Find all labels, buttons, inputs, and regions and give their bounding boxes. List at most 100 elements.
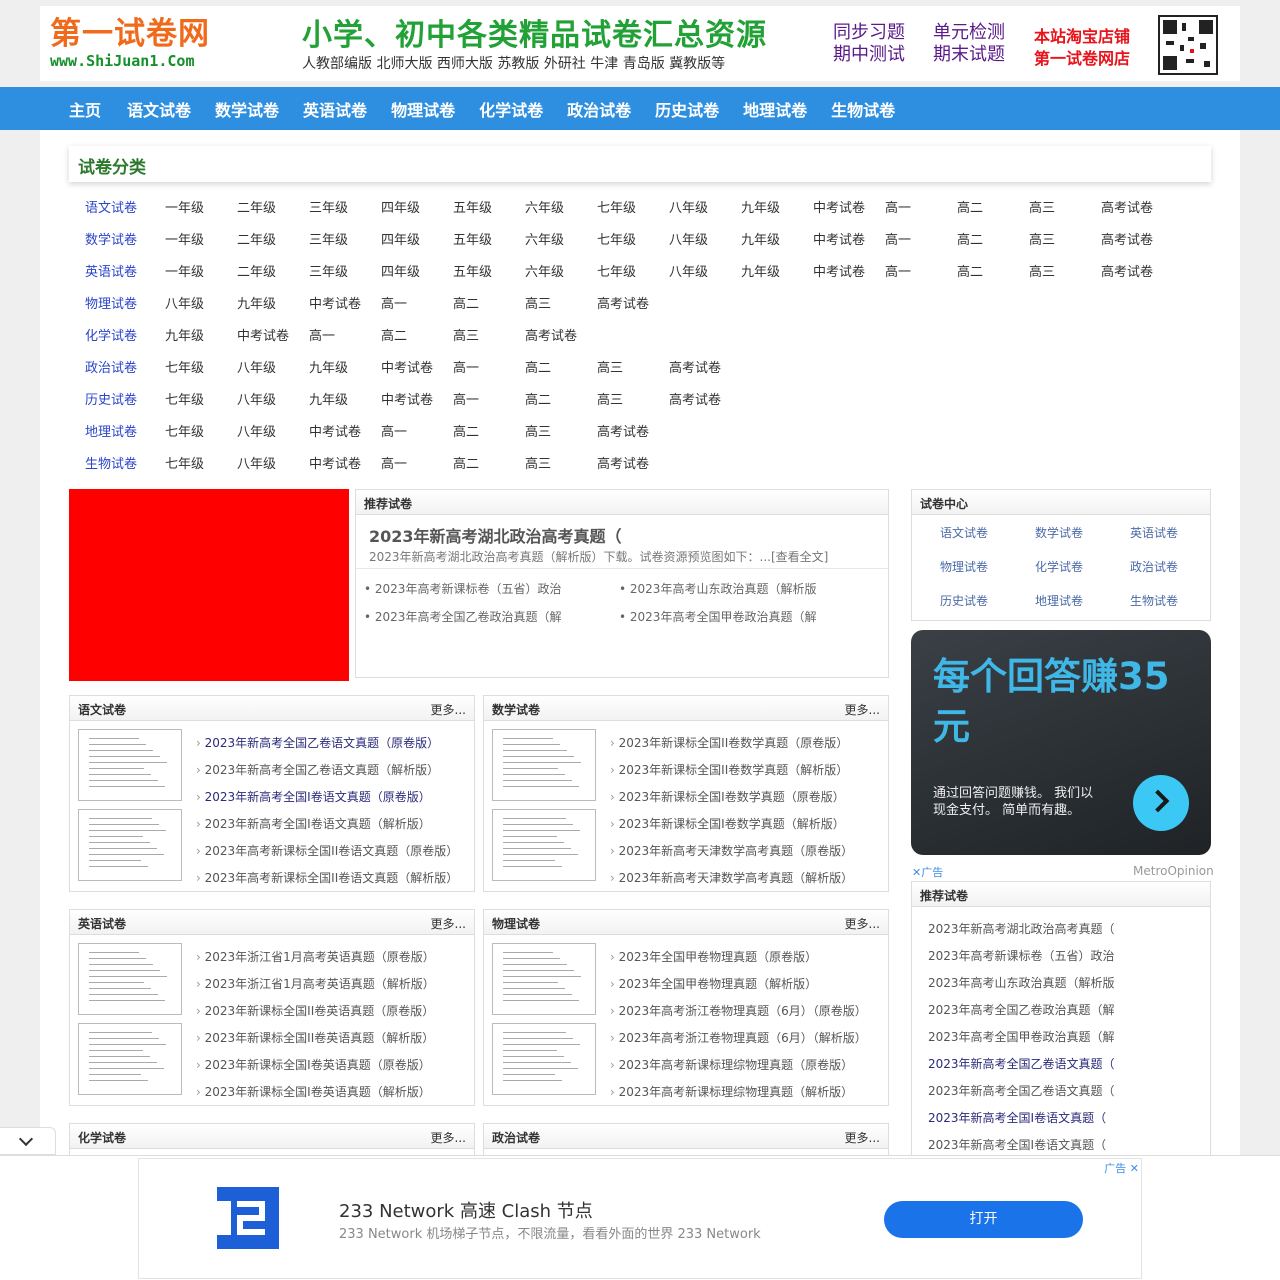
center-item[interactable]: 物理试卷 bbox=[940, 558, 1035, 575]
category-grade-link[interactable]: 一年级 bbox=[165, 197, 237, 216]
arrow-right-icon[interactable] bbox=[1133, 775, 1189, 831]
category-grade-link[interactable]: 高二 bbox=[957, 229, 1029, 248]
ad-choice-label[interactable]: ✕广告 bbox=[912, 864, 943, 880]
category-grade-link[interactable]: 高三 bbox=[597, 357, 669, 376]
category-grade-link[interactable]: 高二 bbox=[525, 357, 597, 376]
category-grade-link[interactable]: 四年级 bbox=[381, 197, 453, 216]
survey-ad-card[interactable]: 每个回答赚35元 通过回答问题赚钱。 我们以现金支付。 简单而有趣。 bbox=[911, 630, 1211, 855]
category-subject-link[interactable]: 生物试卷 bbox=[85, 453, 165, 472]
side-recommend-item[interactable]: 2023年高考全国乙卷政治真题（解 bbox=[928, 997, 1115, 1024]
category-grade-link[interactable]: 八年级 bbox=[669, 261, 741, 280]
category-grade-link[interactable]: 高一 bbox=[381, 293, 453, 312]
category-grade-link[interactable]: 高三 bbox=[1029, 197, 1101, 216]
ad-label[interactable]: 广告 ✕ bbox=[1104, 1160, 1139, 1176]
category-grade-link[interactable]: 八年级 bbox=[237, 389, 309, 408]
header-link-midterm[interactable]: 期中测试 bbox=[833, 44, 933, 66]
category-grade-link[interactable]: 九年级 bbox=[237, 293, 309, 312]
paper-link[interactable]: 2023年浙江省1月高考英语真题（原卷版） bbox=[196, 944, 435, 971]
recommended-description[interactable]: 2023年新高考湖北政治高考真题（解析版）下载。试卷资源预览图如下：...[查看… bbox=[369, 548, 828, 565]
category-grade-link[interactable]: 八年级 bbox=[669, 197, 741, 216]
category-grade-link[interactable]: 高一 bbox=[885, 261, 957, 280]
paper-link[interactable]: 2023年新课标全国II卷英语真题（解析版） bbox=[196, 1025, 435, 1052]
category-grade-link[interactable]: 八年级 bbox=[165, 293, 237, 312]
close-icon[interactable]: ✕ bbox=[912, 866, 921, 879]
more-link[interactable]: 更多... bbox=[845, 1129, 880, 1146]
paper-link[interactable]: 2023年新高考天津数学高考真题（解析版） bbox=[610, 865, 854, 892]
category-grade-link[interactable]: 高二 bbox=[525, 389, 597, 408]
paper-link[interactable]: 2023年高考新课标全国II卷语文真题（原卷版） bbox=[196, 838, 459, 865]
category-grade-link[interactable]: 中考试卷 bbox=[309, 421, 381, 440]
center-item[interactable]: 地理试卷 bbox=[1035, 592, 1130, 609]
category-subject-link[interactable]: 地理试卷 bbox=[85, 421, 165, 440]
nav-home[interactable]: 主页 bbox=[69, 97, 101, 121]
category-grade-link[interactable]: 高二 bbox=[453, 293, 525, 312]
category-grade-link[interactable]: 中考试卷 bbox=[381, 389, 453, 408]
paper-thumbnail[interactable] bbox=[78, 943, 182, 1015]
category-grade-link[interactable]: 九年级 bbox=[165, 325, 237, 344]
category-grade-link[interactable]: 中考试卷 bbox=[309, 453, 381, 472]
paper-link[interactable]: 2023年新高考天津数学高考真题（原卷版） bbox=[610, 838, 854, 865]
category-grade-link[interactable]: 高二 bbox=[453, 453, 525, 472]
paper-link[interactable]: 2023年高考新课标理综物理真题（原卷版） bbox=[610, 1052, 867, 1079]
center-item[interactable]: 英语试卷 bbox=[1130, 524, 1225, 541]
nav-biology[interactable]: 生物试卷 bbox=[831, 97, 895, 121]
recommended-item[interactable]: 2023年高考山东政治真题（解析版 bbox=[619, 580, 874, 597]
category-grade-link[interactable]: 高二 bbox=[957, 261, 1029, 280]
nav-chemistry[interactable]: 化学试卷 bbox=[479, 97, 543, 121]
category-grade-link[interactable]: 高一 bbox=[309, 325, 381, 344]
category-grade-link[interactable]: 高一 bbox=[381, 453, 453, 472]
paper-thumbnail[interactable] bbox=[492, 1023, 596, 1095]
category-grade-link[interactable]: 高考试卷 bbox=[597, 453, 669, 472]
category-grade-link[interactable]: 八年级 bbox=[237, 357, 309, 376]
category-grade-link[interactable]: 一年级 bbox=[165, 261, 237, 280]
center-item[interactable]: 语文试卷 bbox=[940, 524, 1035, 541]
paper-link[interactable]: 2023年新课标全国I卷数学真题（原卷版） bbox=[610, 784, 853, 811]
red-banner[interactable] bbox=[69, 489, 349, 681]
category-subject-link[interactable]: 历史试卷 bbox=[85, 389, 165, 408]
recommended-item[interactable]: 2023年高考新课标卷（五省）政治 bbox=[364, 580, 619, 597]
category-grade-link[interactable]: 七年级 bbox=[165, 357, 237, 376]
header-link-unit[interactable]: 单元检测 bbox=[933, 22, 1023, 44]
paper-link[interactable]: 2023年新高考全国I卷语文真题（解析版） bbox=[196, 811, 458, 838]
side-recommend-item[interactable]: 2023年高考全国甲卷政治真题（解 bbox=[928, 1024, 1115, 1051]
category-grade-link[interactable]: 五年级 bbox=[453, 261, 525, 280]
paper-thumbnail[interactable] bbox=[492, 943, 596, 1015]
paper-link[interactable]: 2023年高考浙江卷物理真题（6月）（解析版） bbox=[610, 1025, 867, 1052]
close-icon[interactable]: ✕ bbox=[1130, 1162, 1139, 1175]
category-grade-link[interactable]: 二年级 bbox=[237, 229, 309, 248]
category-grade-link[interactable]: 九年级 bbox=[741, 261, 813, 280]
paper-thumbnail[interactable] bbox=[78, 809, 182, 881]
nav-politics[interactable]: 政治试卷 bbox=[567, 97, 631, 121]
category-grade-link[interactable]: 中考试卷 bbox=[309, 293, 381, 312]
side-recommend-item[interactable]: 2023年新高考全国I卷语文真题（ bbox=[928, 1105, 1115, 1132]
paper-link[interactable]: 2023年浙江省1月高考英语真题（解析版） bbox=[196, 971, 435, 998]
more-link[interactable]: 更多... bbox=[845, 915, 880, 932]
category-grade-link[interactable]: 九年级 bbox=[741, 229, 813, 248]
category-grade-link[interactable]: 高考试卷 bbox=[669, 357, 741, 376]
paper-link[interactable]: 2023年新高考全国I卷语文真题（原卷版） bbox=[196, 784, 458, 811]
recommended-item[interactable]: 2023年高考全国甲卷政治真题（解 bbox=[619, 608, 874, 625]
nav-physics[interactable]: 物理试卷 bbox=[391, 97, 455, 121]
category-grade-link[interactable]: 四年级 bbox=[381, 261, 453, 280]
paper-link[interactable]: 2023年高考新课标理综物理真题（解析版） bbox=[610, 1079, 867, 1106]
category-grade-link[interactable]: 八年级 bbox=[237, 453, 309, 472]
collapse-ad-button[interactable] bbox=[0, 1127, 56, 1155]
category-grade-link[interactable]: 九年级 bbox=[741, 197, 813, 216]
paper-link[interactable]: 2023年新课标全国I卷英语真题（原卷版） bbox=[196, 1052, 435, 1079]
paper-link[interactable]: 2023年新高考全国乙卷语文真题（解析版） bbox=[196, 757, 458, 784]
category-grade-link[interactable]: 高三 bbox=[1029, 229, 1101, 248]
more-link[interactable]: 更多... bbox=[431, 701, 466, 718]
nav-history[interactable]: 历史试卷 bbox=[655, 97, 719, 121]
category-grade-link[interactable]: 高三 bbox=[525, 293, 597, 312]
category-grade-link[interactable]: 七年级 bbox=[165, 453, 237, 472]
category-grade-link[interactable]: 高考试卷 bbox=[1101, 261, 1173, 280]
side-recommend-item[interactable]: 2023年新高考全国乙卷语文真题（ bbox=[928, 1051, 1115, 1078]
center-item[interactable]: 生物试卷 bbox=[1130, 592, 1225, 609]
category-grade-link[interactable]: 中考试卷 bbox=[381, 357, 453, 376]
category-grade-link[interactable]: 七年级 bbox=[597, 229, 669, 248]
center-item[interactable]: 数学试卷 bbox=[1035, 524, 1130, 541]
paper-link[interactable]: 2023年新课标全国II卷数学真题（解析版） bbox=[610, 757, 853, 784]
category-grade-link[interactable]: 六年级 bbox=[525, 197, 597, 216]
open-button[interactable]: 打开 bbox=[884, 1201, 1083, 1238]
category-subject-link[interactable]: 物理试卷 bbox=[85, 293, 165, 312]
